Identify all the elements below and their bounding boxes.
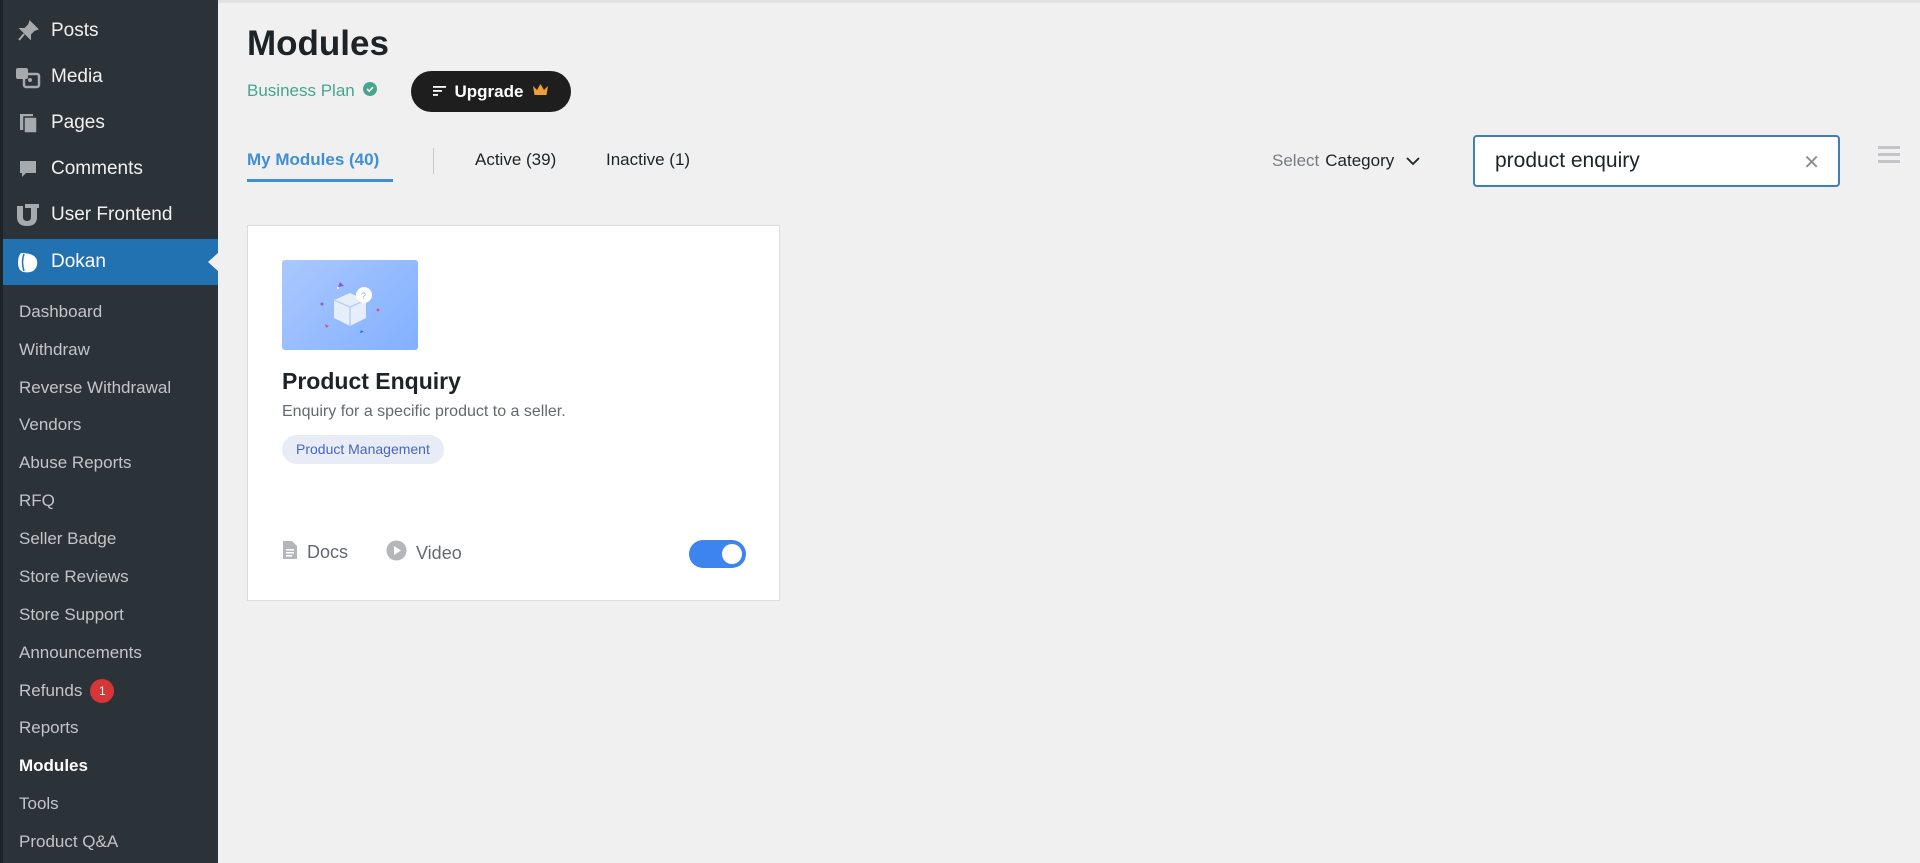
submenu-item-modules[interactable]: Modules <box>19 754 88 778</box>
submenu-label: Abuse Reports <box>19 453 132 472</box>
top-divider <box>218 0 1920 3</box>
lines-icon <box>432 82 446 102</box>
select-value: Category <box>1325 151 1395 170</box>
comment-icon <box>15 157 41 181</box>
user-frontend-icon <box>15 203 41 227</box>
submenu-item-product-qa[interactable]: Product Q&A <box>19 830 118 854</box>
pages-icon <box>15 111 41 135</box>
play-icon <box>386 540 407 566</box>
submenu-label: Seller Badge <box>19 529 117 548</box>
tab-inactive[interactable]: Inactive (1) <box>606 150 690 170</box>
crown-icon <box>532 82 549 102</box>
submenu-item-withdraw[interactable]: Withdraw <box>19 338 90 362</box>
media-icon <box>15 65 41 89</box>
submenu-item-announcements[interactable]: Announcements <box>19 641 142 665</box>
submenu-item-dashboard[interactable]: Dashboard <box>19 300 102 324</box>
refunds-count-badge: 1 <box>90 679 115 703</box>
submenu-label: Refunds <box>19 681 83 700</box>
video-label: Video <box>416 542 462 563</box>
clear-search-icon[interactable]: ✕ <box>1803 150 1820 175</box>
module-card: ? Product Enquiry Enquiry for a specific… <box>247 225 780 601</box>
sidebar-item-media[interactable]: Media <box>3 54 218 100</box>
submenu-label: Reports <box>19 718 79 737</box>
submenu-label: Modules <box>19 756 88 775</box>
submenu-label: Announcements <box>19 643 142 662</box>
select-prefix: Select <box>1272 151 1320 170</box>
submenu-label: Tools <box>19 794 59 813</box>
submenu-item-store-reviews[interactable]: Store Reviews <box>19 565 129 589</box>
docs-link[interactable]: Docs <box>282 540 348 565</box>
upgrade-button[interactable]: Upgrade <box>411 71 571 112</box>
toggle-knob <box>722 544 742 564</box>
plan-indicator: Business Plan <box>247 81 377 101</box>
sidebar-item-label: User Frontend <box>51 204 173 225</box>
sidebar-item-label: Posts <box>51 20 99 41</box>
dokan-icon <box>15 250 41 274</box>
submenu-item-refunds[interactable]: Refunds 1 <box>19 679 115 703</box>
upgrade-label: Upgrade <box>454 81 524 101</box>
submenu-label: Reverse Withdrawal <box>19 378 172 397</box>
page-title: Modules <box>247 24 389 63</box>
submenu-item-vendors[interactable]: Vendors <box>19 413 81 437</box>
module-description: Enquiry for a specific product to a sell… <box>282 403 566 420</box>
tab-separator <box>433 148 434 174</box>
submenu-item-seller-badge[interactable]: Seller Badge <box>19 527 116 551</box>
submenu-item-reports[interactable]: Reports <box>19 716 79 740</box>
submenu-label: Dashboard <box>19 302 103 321</box>
submenu-item-store-support[interactable]: Store Support <box>19 603 124 627</box>
sidebar-item-comments[interactable]: Comments <box>3 146 218 192</box>
document-icon <box>282 540 298 565</box>
tab-active[interactable]: Active (39) <box>475 150 556 170</box>
submenu-label: Product Q&A <box>19 832 119 851</box>
submenu-item-tools[interactable]: Tools <box>19 792 59 816</box>
search-input[interactable] <box>1495 147 1795 175</box>
submenu-label: Store Reviews <box>19 567 129 586</box>
submenu-item-reverse-withdrawal[interactable]: Reverse Withdrawal <box>19 376 171 400</box>
submenu-label: RFQ <box>19 491 55 510</box>
list-view-icon[interactable] <box>1878 146 1900 166</box>
docs-label: Docs <box>307 542 349 562</box>
module-search: ✕ <box>1473 135 1840 187</box>
submenu-label: Withdraw <box>19 340 90 359</box>
submenu-item-rfq[interactable]: RFQ <box>19 489 55 513</box>
admin-sidebar: Posts Media Pages Comments User Frontend… <box>0 0 219 863</box>
active-tab-indicator <box>247 179 393 182</box>
sidebar-item-label: Media <box>51 66 103 87</box>
sidebar-item-user-frontend[interactable]: User Frontend <box>3 192 218 238</box>
chevron-down-icon <box>1406 151 1420 171</box>
module-title: Product Enquiry <box>282 368 461 394</box>
module-enable-toggle[interactable] <box>689 540 746 568</box>
category-select[interactable]: Select Category <box>1272 151 1420 171</box>
sidebar-item-pages[interactable]: Pages <box>3 100 218 146</box>
video-link[interactable]: Video <box>386 540 462 566</box>
submenu-item-abuse-reports[interactable]: Abuse Reports <box>19 451 131 475</box>
sidebar-item-label: Comments <box>51 158 143 179</box>
submenu-label: Vendors <box>19 415 82 434</box>
svg-text:?: ? <box>361 291 366 301</box>
verified-check-icon <box>362 81 377 101</box>
plan-label: Business Plan <box>247 81 355 100</box>
sidebar-item-dokan[interactable]: Dokan <box>3 239 219 285</box>
sidebar-item-label: Pages <box>51 112 105 133</box>
module-thumbnail: ? <box>282 260 418 350</box>
submenu-label: Store Support <box>19 605 124 624</box>
tab-my-modules[interactable]: My Modules (40) <box>247 150 379 170</box>
pin-icon <box>15 19 41 43</box>
sidebar-item-label: Dokan <box>51 251 106 272</box>
sidebar-item-posts[interactable]: Posts <box>3 8 218 54</box>
module-category-tag: Product Management <box>282 435 444 464</box>
